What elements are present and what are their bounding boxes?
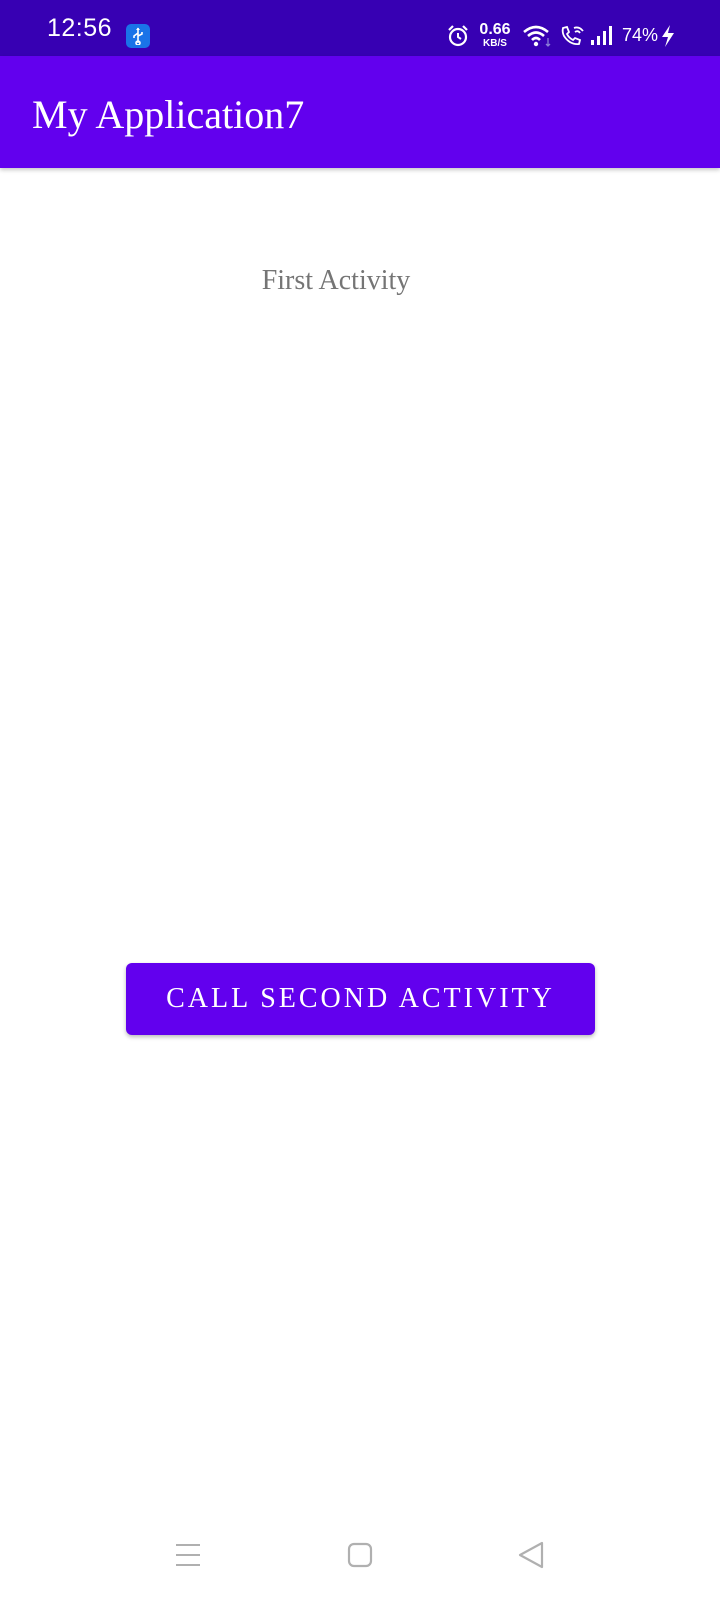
call-second-activity-button[interactable]: CALL SECOND ACTIVITY [126,963,595,1035]
wifi-calling-icon [560,24,586,53]
battery-level: 74% [622,25,659,45]
wifi-icon [522,24,552,53]
alarm-icon [446,24,470,53]
signal-icon [590,24,616,53]
status-time: 12:56 [47,14,113,42]
charging-icon [660,24,676,53]
status-bar: 12:56 0.66 KB/S 74% [0,0,720,56]
menu-icon[interactable] [174,1542,202,1573]
network-speed-value: 0.66 [479,21,511,38]
first-activity-label: First Activity [261,265,411,296]
navigation-bar [0,1520,720,1600]
usb-debug-icon [126,24,150,48]
network-speed-unit: KB/S [483,38,507,49]
back-icon[interactable] [516,1540,546,1575]
app-bar: My Application7 [0,56,720,168]
network-speed: 0.66 KB/S [478,22,512,49]
home-icon[interactable] [347,1542,373,1573]
app-title: My Application7 [32,92,305,137]
